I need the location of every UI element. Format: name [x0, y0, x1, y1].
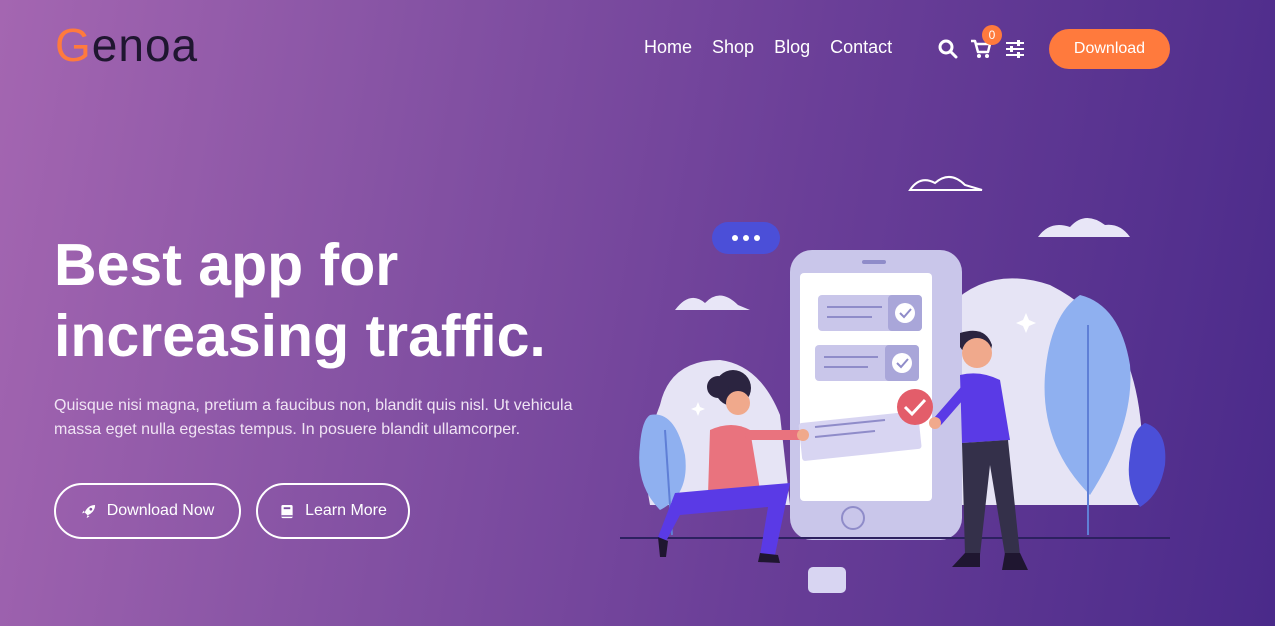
hero-illustration — [620, 176, 1170, 593]
rocket-icon — [81, 503, 97, 519]
logo-letter: G — [55, 19, 92, 71]
hero-title: Best app for increasing traffic. — [54, 230, 614, 372]
learn-more-label: Learn More — [305, 502, 387, 519]
nav-shop[interactable]: Shop — [712, 37, 754, 58]
download-now-label: Download Now — [106, 502, 215, 519]
cloud-outline-top — [908, 176, 983, 191]
hero-title-line-1: Best app for — [54, 232, 399, 298]
nav-contact[interactable]: Contact — [830, 37, 892, 58]
check-badge — [897, 389, 933, 425]
nav-home[interactable]: Home — [644, 37, 692, 58]
logo-text: enoa — [91, 19, 199, 71]
cloud-left — [675, 295, 750, 310]
settings-sliders-icon[interactable] — [1004, 38, 1026, 60]
hero-description: Quisque nisi magna, pretium a faucibus n… — [54, 397, 573, 438]
header-download-button[interactable]: Download — [1049, 29, 1170, 69]
download-now-button[interactable]: Download Now — [54, 483, 241, 539]
hero-title-line-2: increasing traffic. — [54, 303, 546, 369]
main-nav: Home Shop Blog Contact — [644, 37, 892, 58]
logo[interactable]: Genoa — [55, 22, 198, 68]
search-icon[interactable] — [937, 38, 959, 60]
book-icon — [279, 503, 295, 519]
cart-count-badge: 0 — [982, 25, 1002, 45]
learn-more-button[interactable]: Learn More — [256, 483, 410, 539]
nav-blog[interactable]: Blog — [774, 37, 810, 58]
cloud-right — [1038, 217, 1130, 237]
